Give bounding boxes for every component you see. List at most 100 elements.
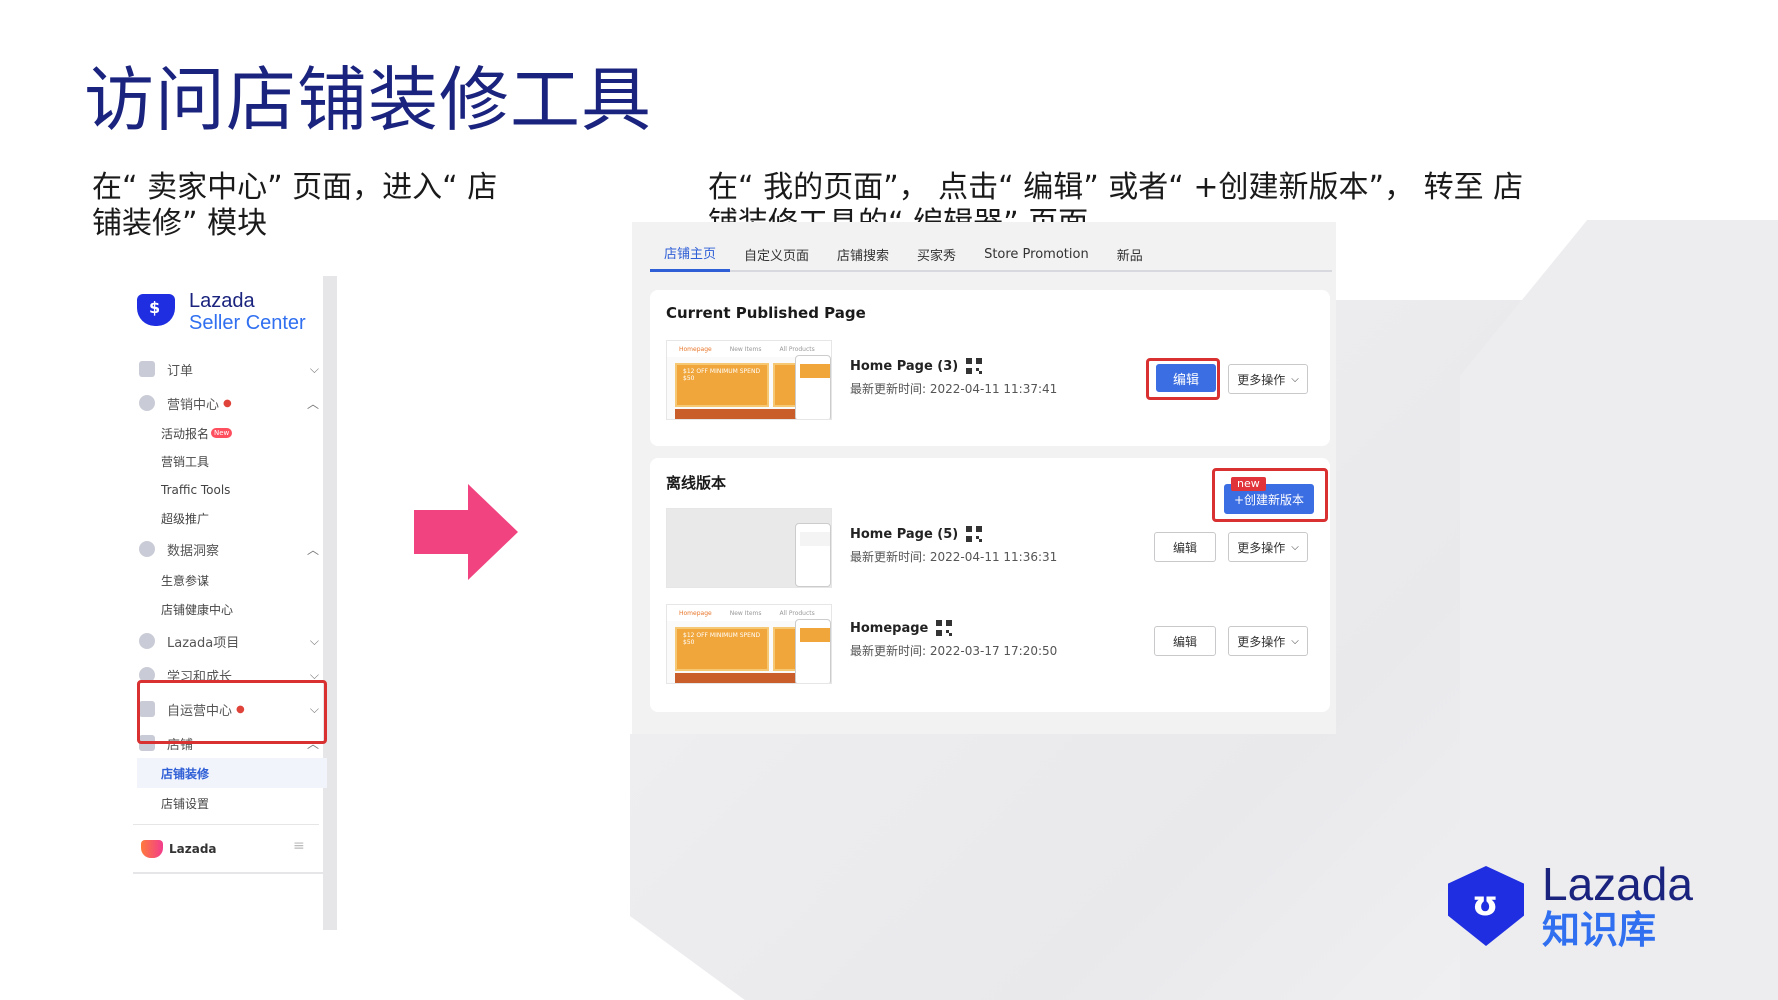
thumb-phone bbox=[795, 523, 831, 587]
sidebar-item-data-insights[interactable]: 数据洞察 ︿ bbox=[139, 536, 319, 562]
lazada-logo-icon bbox=[137, 294, 175, 326]
page-updated-time: 最新更新时间: 2022-04-11 11:36:31 bbox=[850, 550, 1058, 564]
tab-store-promotion[interactable]: Store Promotion bbox=[970, 236, 1103, 272]
slide-title: 访问店铺装修工具 bbox=[84, 59, 652, 141]
more-actions-label: 更多操作 bbox=[1237, 372, 1286, 387]
sidebar-item-label: 订单 bbox=[167, 363, 194, 379]
seller-center-logo: Lazada Seller Center bbox=[137, 290, 306, 334]
edit-button[interactable]: 编辑 bbox=[1154, 626, 1216, 656]
editor-screenshot: 店铺主页 自定义页面 店铺搜索 买家秀 Store Promotion 新品 C… bbox=[618, 222, 1336, 734]
highlight-box-store-decoration bbox=[137, 680, 327, 744]
page-name-text: Homepage bbox=[850, 620, 929, 636]
tab-new-arrivals[interactable]: 新品 bbox=[1103, 236, 1157, 272]
collapse-menu-icon[interactable]: ≡ bbox=[293, 838, 305, 854]
chart-icon bbox=[139, 541, 155, 557]
sidebar-subitem-marketing-tools[interactable]: 营销工具 bbox=[161, 450, 209, 472]
more-actions-label: 更多操作 bbox=[1237, 634, 1286, 649]
logo-line1: Lazada bbox=[189, 290, 255, 312]
thumb-phone bbox=[795, 355, 831, 419]
coupon-text: $12 OFF MINIMUM SPEND $50 bbox=[683, 368, 761, 382]
logo-line2: Seller Center bbox=[189, 312, 306, 334]
thumb-code-bar bbox=[675, 673, 801, 683]
qr-code-icon[interactable] bbox=[966, 526, 983, 542]
brand-line2: 知识库 bbox=[1542, 908, 1657, 952]
more-actions-button[interactable]: 更多操作 ⌵ bbox=[1228, 626, 1308, 656]
lazada-heart-icon bbox=[141, 840, 163, 858]
marketing-icon bbox=[139, 395, 155, 411]
lazada-knowledge-base-logo: Lazada 知识库 bbox=[1448, 860, 1693, 952]
subitem-label: 活动报名 bbox=[161, 426, 210, 441]
thumb-coupon: $12 OFF MINIMUM SPEND $50 bbox=[675, 363, 769, 407]
page-name: Homepage bbox=[850, 620, 953, 636]
sidebar-subitem-store-health[interactable]: 店铺健康中心 bbox=[161, 598, 233, 620]
chevron-down-icon: ⌵ bbox=[1291, 541, 1299, 553]
sidebar-subitem-campaign[interactable]: 活动报名 New bbox=[161, 422, 233, 444]
arrow-right-icon bbox=[414, 484, 518, 580]
highlight-box-create-version bbox=[1212, 468, 1328, 522]
offline-title: 离线版本 bbox=[666, 474, 727, 492]
chevron-down-icon: ⌵ bbox=[1291, 373, 1299, 385]
notification-dot: ● bbox=[223, 397, 232, 409]
tab-buyer-show[interactable]: 买家秀 bbox=[903, 236, 970, 272]
page-name-text: Home Page (5) bbox=[850, 526, 959, 542]
thumb-label: All Products bbox=[779, 345, 815, 353]
tab-store-home[interactable]: 店铺主页 bbox=[650, 236, 731, 272]
thumb-code-bar bbox=[675, 409, 801, 419]
page-thumbnail: Homepage New Items All Products $12 OFF MI… bbox=[666, 340, 832, 420]
highlight-box-edit bbox=[1146, 358, 1220, 400]
edit-button[interactable]: 编辑 bbox=[1154, 532, 1216, 562]
chevron-down-icon: ⌵ bbox=[309, 361, 319, 376]
sidebar-subitem-traffic-tools[interactable]: Traffic Tools bbox=[161, 479, 230, 501]
qr-code-icon[interactable] bbox=[966, 358, 983, 374]
qr-code-icon[interactable] bbox=[936, 620, 953, 636]
sidebar-item-marketing[interactable]: 营销中心 ● ︿ bbox=[139, 390, 319, 416]
page-updated-time: 最新更新时间: 2022-04-11 11:37:41 bbox=[850, 382, 1058, 396]
dollar-icon bbox=[139, 633, 155, 649]
thumb-label: New Items bbox=[729, 609, 762, 617]
sidebar-item-orders[interactable]: 订单 ⌵ bbox=[139, 356, 319, 382]
thumb-coupon bbox=[773, 363, 797, 407]
chevron-up-icon: ︿ bbox=[306, 396, 319, 411]
footer-label: Lazada bbox=[169, 842, 217, 856]
thumb-coupon: $12 OFF MINIMUM SPEND $50 bbox=[675, 627, 769, 671]
chevron-up-icon: ︿ bbox=[306, 542, 319, 557]
sidebar-footer-logo: Lazada bbox=[141, 840, 217, 858]
chevron-down-icon: ⌵ bbox=[309, 633, 319, 648]
thumb-label: Homepage bbox=[679, 609, 712, 617]
lazada-logo-icon bbox=[1448, 866, 1524, 946]
published-title: Current Published Page bbox=[666, 304, 866, 322]
more-actions-button[interactable]: 更多操作 ⌵ bbox=[1228, 364, 1308, 394]
coupon-text: $12 OFF MINIMUM SPEND $50 bbox=[683, 632, 761, 646]
sidebar-item-label: 数据洞察 bbox=[167, 543, 220, 559]
new-tag: New bbox=[211, 428, 233, 438]
seller-center-sidebar: Lazada Seller Center 订单 ⌵ 营销中心 ● ︿ 活动报名N… bbox=[133, 276, 337, 930]
thumb-label: Homepage bbox=[679, 345, 712, 353]
sidebar-subitem-business-advisor[interactable]: 生意参谋 bbox=[161, 569, 209, 591]
thumb-label: All Products bbox=[779, 609, 815, 617]
orders-icon bbox=[139, 361, 155, 377]
page-thumbnail-blank bbox=[666, 508, 832, 588]
published-page-card: Current Published Page Homepage New Items… bbox=[650, 290, 1330, 446]
tab-store-search[interactable]: 店铺搜索 bbox=[823, 236, 903, 272]
sidebar-item-label: Lazada项目 bbox=[167, 635, 240, 651]
left-description: 在“ 卖家中心” 页面，进入“ 店铺装修” 模块 bbox=[92, 170, 498, 241]
more-actions-label: 更多操作 bbox=[1237, 540, 1286, 555]
sidebar-item-label: 营销中心 bbox=[167, 397, 220, 413]
page-name-text: Home Page (3) bbox=[850, 358, 959, 374]
page-name: Home Page (3) bbox=[850, 358, 983, 374]
page-thumbnail: Homepage New Items All Products $12 OFF MI… bbox=[666, 604, 832, 684]
sidebar-bottom-line bbox=[133, 872, 337, 874]
page-name: Home Page (5) bbox=[850, 526, 983, 542]
thumb-label: New Items bbox=[729, 345, 762, 353]
brand-line1: Lazada bbox=[1542, 858, 1693, 910]
sidebar-item-lazada-programs[interactable]: Lazada项目 ⌵ bbox=[139, 628, 319, 654]
sidebar-divider bbox=[133, 824, 319, 825]
page-tabs: 店铺主页 自定义页面 店铺搜索 买家秀 Store Promotion 新品 bbox=[650, 236, 1332, 272]
sidebar-subitem-super-promotion[interactable]: 超级推广 bbox=[161, 507, 209, 529]
thumb-coupon bbox=[773, 627, 797, 671]
more-actions-button[interactable]: 更多操作 ⌵ bbox=[1228, 532, 1308, 562]
tab-custom-pages[interactable]: 自定义页面 bbox=[730, 236, 823, 272]
sidebar-subitem-store-decoration[interactable]: 店铺装修 bbox=[161, 762, 209, 784]
thumb-phone bbox=[795, 619, 831, 683]
sidebar-subitem-store-settings[interactable]: 店铺设置 bbox=[161, 792, 209, 814]
